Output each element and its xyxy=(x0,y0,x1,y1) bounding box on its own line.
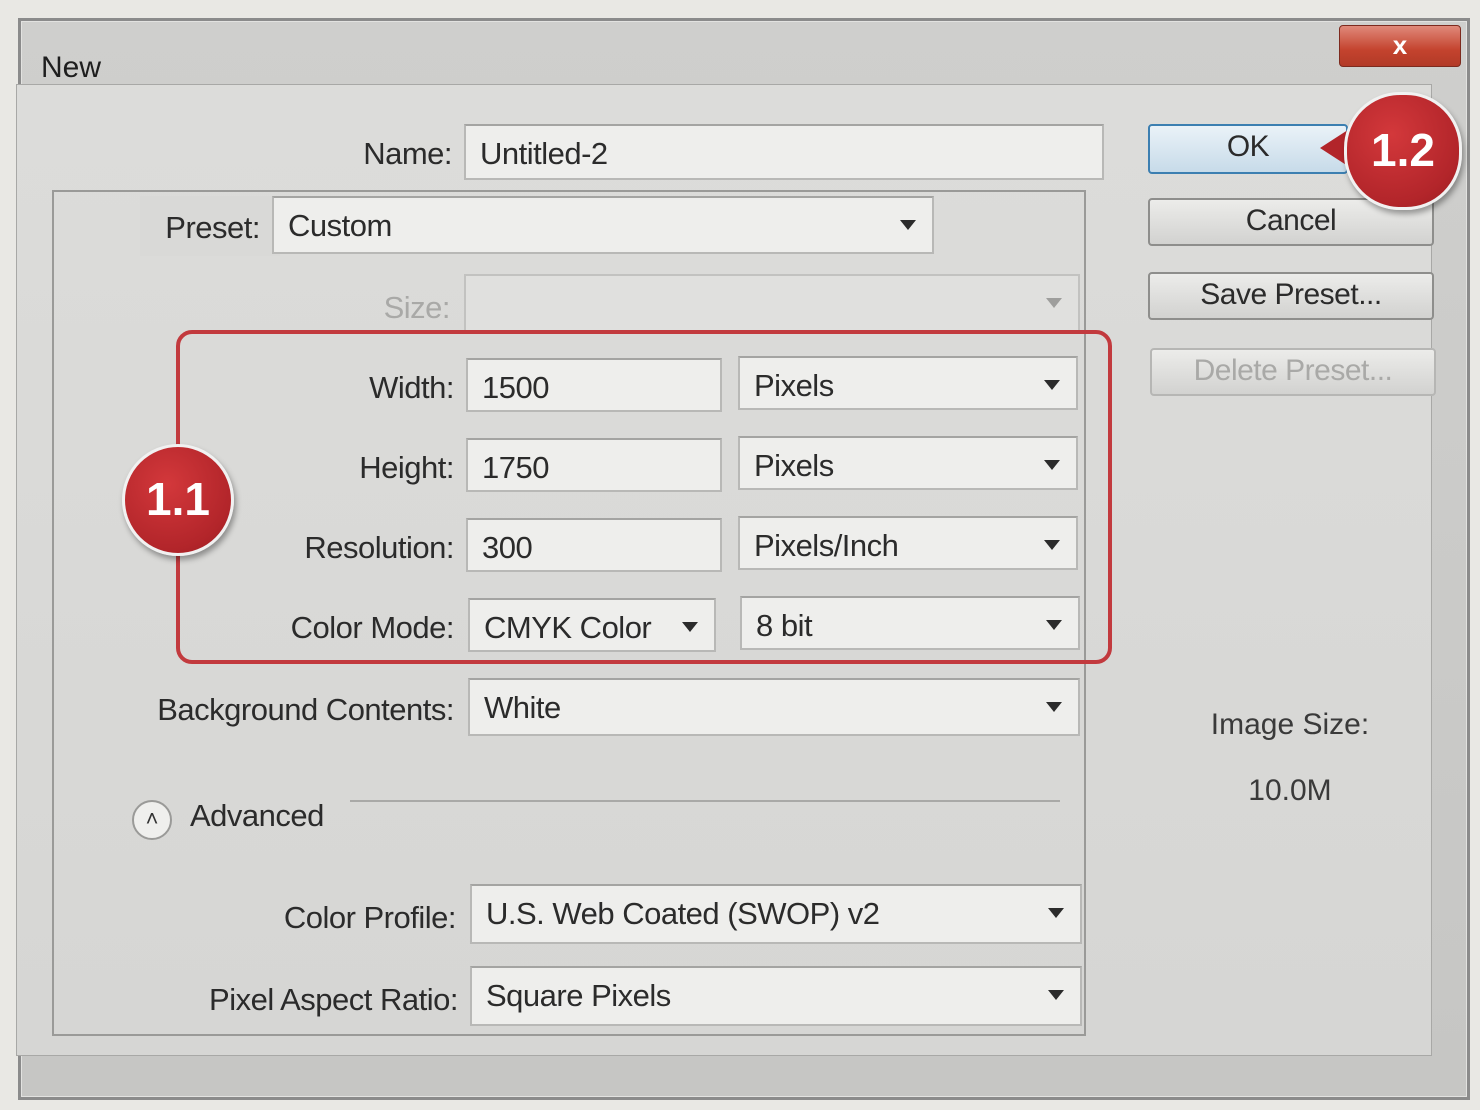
pixel-aspect-ratio-value: Square Pixels xyxy=(486,978,671,1013)
color-profile-value: U.S. Web Coated (SWOP) v2 xyxy=(486,896,880,931)
background-contents-select[interactable]: White xyxy=(468,678,1080,736)
annotation-badge-1-1: 1.1 xyxy=(122,444,234,556)
pixel-aspect-ratio-select[interactable]: Square Pixels xyxy=(470,966,1082,1026)
color-profile-label: Color Profile: xyxy=(283,900,457,935)
chevron-down-icon xyxy=(1048,990,1064,1000)
chevron-down-icon xyxy=(1046,298,1062,308)
name-label: Name: xyxy=(363,136,452,171)
image-size-value: 10.0M xyxy=(1248,774,1332,807)
size-select[interactable] xyxy=(464,274,1080,334)
ok-button[interactable]: OK xyxy=(1148,124,1348,174)
close-button[interactable]: x xyxy=(1339,25,1461,67)
preset-select-value: Custom xyxy=(288,208,392,243)
chevron-up-icon[interactable]: ˄ xyxy=(132,800,172,840)
color-profile-select[interactable]: U.S. Web Coated (SWOP) v2 xyxy=(470,884,1082,944)
background-contents-label: Background Contents: xyxy=(157,692,454,727)
name-input-value: Untitled-2 xyxy=(480,136,608,171)
advanced-toggle-label[interactable]: Advanced xyxy=(190,798,324,834)
save-preset-button[interactable]: Save Preset... xyxy=(1148,272,1434,320)
size-label: Size: xyxy=(383,290,451,325)
dimensions-highlight-box xyxy=(176,330,1112,664)
delete-preset-button[interactable]: Delete Preset... xyxy=(1150,348,1436,396)
chevron-down-icon xyxy=(1048,908,1064,918)
image-size-label: Image Size: xyxy=(1210,708,1370,741)
advanced-divider xyxy=(350,800,1060,802)
annotation-badge-1-2: 1.2 xyxy=(1344,92,1462,210)
preset-label: Preset: xyxy=(165,210,260,245)
pixel-aspect-ratio-label: Pixel Aspect Ratio: xyxy=(209,982,458,1017)
preset-select[interactable]: Custom xyxy=(272,196,934,254)
background-contents-value: White xyxy=(484,690,561,725)
dialog-title: New xyxy=(41,51,102,84)
name-input[interactable]: Untitled-2 xyxy=(464,124,1104,180)
chevron-down-icon xyxy=(900,220,916,230)
chevron-down-icon xyxy=(1046,702,1062,712)
